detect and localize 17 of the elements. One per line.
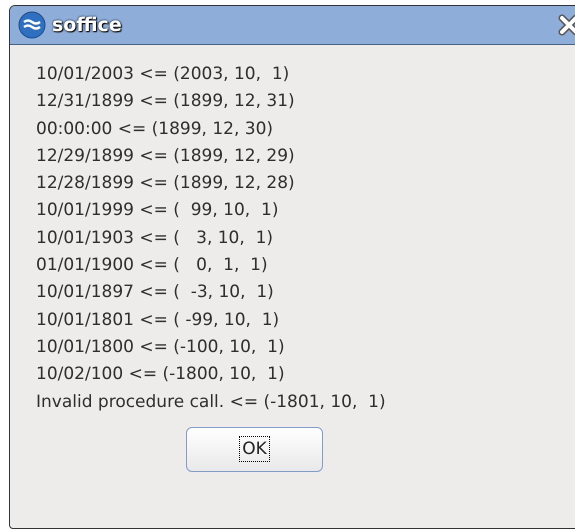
message-line: 12/29/1899 <= (1899, 12, 29) xyxy=(36,144,296,168)
message-line: 10/01/1999 <= ( 99, 10, 1) xyxy=(36,199,280,222)
message-line: 10/01/1801 <= ( -99, 10, 1) xyxy=(36,308,280,332)
app-logo-icon xyxy=(18,11,46,39)
close-icon[interactable] xyxy=(558,14,575,36)
window-title: soffice xyxy=(52,14,122,36)
message-line: Invalid procedure call. <= (-1801, 10, 1) xyxy=(36,390,387,414)
message-line: 10/02/100 <= (-1800, 10, 1) xyxy=(36,363,286,386)
message-line: 10/01/1903 <= ( 3, 10, 1) xyxy=(36,226,274,250)
message-line: 01/01/1900 <= ( 0, 1, 1) xyxy=(36,254,269,278)
message-line: 12/31/1899 <= (1899, 12, 31) xyxy=(36,90,296,114)
message-line: 10/01/1800 <= (-100, 10, 1) xyxy=(36,336,286,359)
message-line: 12/28/1899 <= (1899, 12, 28) xyxy=(36,172,296,196)
message-line: 10/01/2003 <= (2003, 10, 1) xyxy=(36,63,290,86)
ok-button[interactable]: OK xyxy=(186,426,323,472)
message-line: 10/01/1897 <= ( -3, 10, 1) xyxy=(36,281,275,304)
message-line: 00:00:00 <= (1899, 12, 30) xyxy=(36,118,274,141)
